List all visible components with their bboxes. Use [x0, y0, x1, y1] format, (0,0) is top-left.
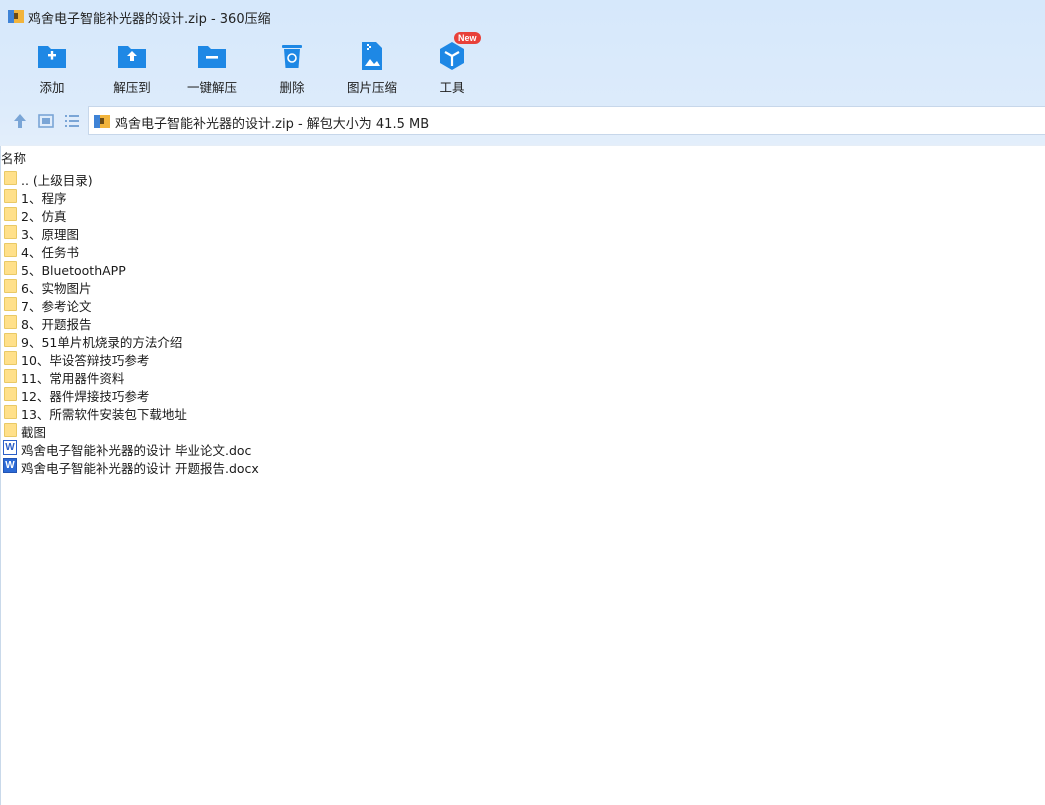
folder-row[interactable]: 9、51单片机烧录的方法介绍	[0, 331, 400, 350]
folder-row[interactable]: 8、开题报告	[0, 313, 400, 332]
thumbnail-view-icon[interactable]	[37, 112, 55, 130]
word-docx-icon: W	[3, 458, 17, 473]
folder-row[interactable]: 4、任务书	[0, 241, 400, 260]
folder-row[interactable]: 11、常用器件资料	[0, 367, 400, 386]
extract-to-label: 解压到	[113, 80, 151, 95]
one-click-extract-button[interactable]: 一键解压	[172, 38, 252, 102]
add-label: 添加	[39, 80, 65, 95]
file-name: 鸡舍电子智能补光器的设计 开题报告.docx	[21, 461, 259, 476]
address-bar[interactable]: 鸡舍电子智能补光器的设计.zip - 解包大小为 41.5 MB	[88, 106, 1045, 135]
word-doc-icon: W	[3, 440, 17, 455]
navigation-bar: 鸡舍电子智能补光器的设计.zip - 解包大小为 41.5 MB	[0, 106, 1045, 136]
zip-archive-icon	[94, 115, 110, 128]
up-arrow-icon[interactable]	[11, 112, 29, 130]
file-row[interactable]: W 鸡舍电子智能补光器的设计 开题报告.docx	[0, 457, 400, 476]
extract-to-button[interactable]: 解压到	[92, 38, 172, 102]
folder-icon	[4, 297, 18, 311]
folder-icon	[4, 279, 18, 293]
folder-icon	[4, 243, 18, 257]
top-panel: 鸡舍电子智能补光器的设计.zip - 360压缩 添加 解压到 一键解压 删除 …	[0, 0, 1045, 145]
folder-icon	[4, 315, 18, 329]
tools-button[interactable]: New 工具	[412, 32, 492, 102]
folder-icon	[4, 423, 18, 437]
folder-icon	[4, 261, 18, 275]
folder-row[interactable]: 7、参考论文	[0, 295, 400, 314]
add-button[interactable]: 添加	[12, 38, 92, 102]
extract-to-icon	[118, 46, 146, 68]
folder-row[interactable]: 13、所需软件安装包下载地址	[0, 403, 400, 422]
folder-icon	[4, 369, 18, 383]
file-row[interactable]: W 鸡舍电子智能补光器的设计 毕业论文.doc	[0, 439, 400, 458]
image-compress-icon	[362, 42, 382, 70]
folder-row[interactable]: 10、毕设答辩技巧参考	[0, 349, 400, 368]
folder-icon	[4, 207, 18, 221]
add-folder-icon	[38, 46, 66, 68]
delete-button[interactable]: 删除	[252, 38, 332, 102]
image-compress-button[interactable]: 图片压缩	[332, 38, 412, 102]
folder-row[interactable]: 12、器件焊接技巧参考	[0, 385, 400, 404]
one-click-extract-icon	[198, 46, 226, 68]
folder-row[interactable]: 2、仿真	[0, 205, 400, 224]
folder-icon	[4, 351, 18, 365]
file-list: .. (上级目录) 1、程序 2、仿真 3、原理图 4、任务书 5、BluetoothAP…	[0, 169, 400, 476]
folder-row[interactable]: .. (上级目录)	[0, 169, 400, 188]
window-title: 鸡舍电子智能补光器的设计.zip - 360压缩	[28, 12, 271, 27]
tools-cube-icon	[440, 42, 464, 70]
folder-icon	[4, 189, 18, 203]
folder-row[interactable]: 5、BluetoothAPP	[0, 259, 400, 278]
folder-row[interactable]: 6、实物图片	[0, 277, 400, 296]
tools-label: 工具	[439, 80, 465, 95]
folder-icon	[4, 387, 18, 401]
column-header-name[interactable]: 名称	[1, 148, 26, 167]
title-bar: 鸡舍电子智能补光器的设计.zip - 360压缩	[0, 0, 1045, 34]
folder-row[interactable]: 3、原理图	[0, 223, 400, 242]
delete-label: 删除	[279, 80, 305, 95]
folder-icon	[4, 405, 18, 419]
trash-icon	[282, 45, 302, 68]
folder-icon	[4, 171, 18, 185]
folder-icon	[4, 333, 18, 347]
new-badge: New	[454, 32, 481, 44]
zip-archive-icon	[8, 10, 24, 23]
folder-row[interactable]: 截图	[0, 421, 400, 440]
address-text: 鸡舍电子智能补光器的设计.zip - 解包大小为 41.5 MB	[115, 117, 430, 132]
divider	[0, 145, 1045, 146]
folder-icon	[4, 225, 18, 239]
list-view-icon[interactable]	[63, 112, 81, 130]
folder-row[interactable]: 1、程序	[0, 187, 400, 206]
one-click-extract-label: 一键解压	[186, 80, 237, 95]
image-compress-label: 图片压缩	[346, 80, 397, 95]
